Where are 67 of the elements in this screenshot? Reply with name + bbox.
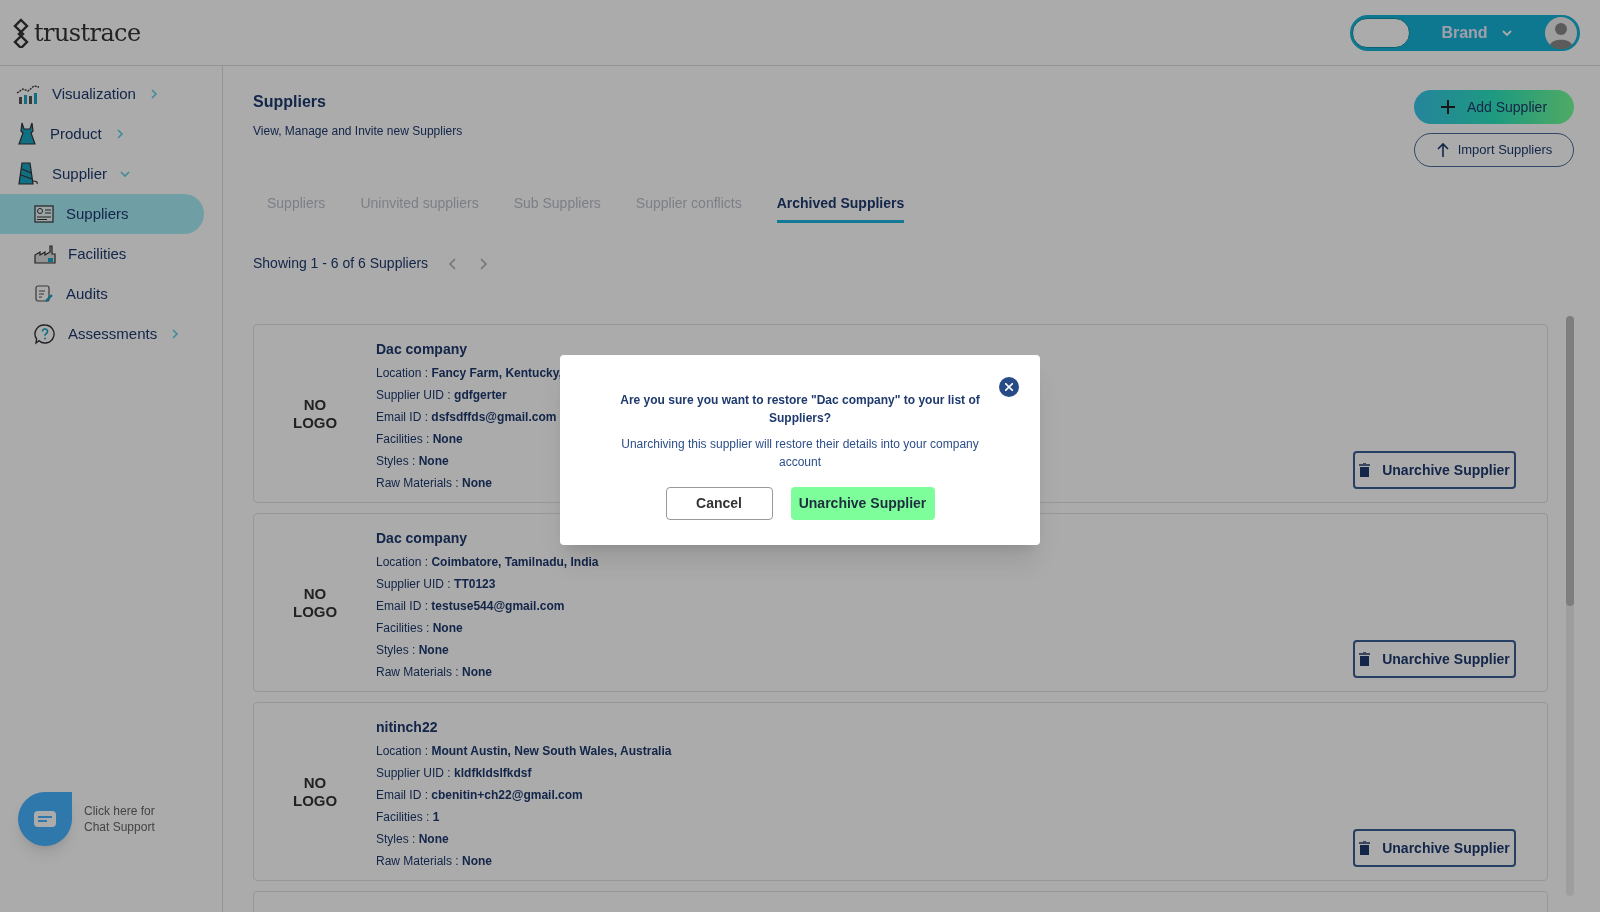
supplier-detail: Facilities : 1 [376, 809, 441, 826]
no-logo-text: NO LOGO [293, 584, 337, 621]
sidebar-item[interactable]: Product [0, 114, 204, 154]
unarchive-button[interactable]: Unarchive Supplier [1353, 640, 1516, 678]
dialog-message: Unarchiving this supplier will restore their details into your company account [620, 436, 980, 471]
page-subtitle: View, Manage and Invite new Suppliers [253, 123, 463, 140]
factory-icon [34, 244, 56, 264]
supplier-detail: Location : Coimbatore, Tamilnadu, India [376, 554, 599, 571]
chevron-down-icon [119, 168, 132, 180]
supplier-detail: Supplier UID : gdfgerter [376, 387, 508, 404]
chat-button[interactable] [18, 792, 72, 846]
trash-icon [1359, 841, 1371, 855]
sidebar-item[interactable]: Supplier [0, 154, 204, 194]
question-icon [34, 323, 56, 345]
sidebar-item[interactable]: Facilities [0, 234, 204, 274]
supplier-detail: Raw Materials : None [376, 853, 494, 870]
plus-icon [1440, 100, 1455, 114]
pagination-summary: Showing 1 - 6 of 6 Suppliers [253, 254, 429, 273]
dialog-question: Are you sure you want to restore "Dac company" to your list of Suppliers? [620, 392, 980, 427]
unarchive-button[interactable]: Unarchive Supplier [1353, 451, 1516, 489]
dress-icon [16, 122, 38, 146]
supplier-name: Dac company [376, 529, 469, 548]
next-page-icon[interactable] [478, 256, 489, 271]
switch-knob [1352, 17, 1410, 48]
id-card-icon [34, 205, 54, 223]
upload-icon [1435, 142, 1450, 158]
close-button[interactable] [999, 377, 1019, 397]
confirm-button[interactable]: Unarchive Supplier [790, 487, 935, 520]
checklist-icon [34, 284, 54, 304]
supplier-detail: Styles : None [376, 831, 450, 848]
supplier-detail: Email ID : cbenitin+ch22@gmail.com [376, 787, 584, 804]
sidebar-item[interactable]: Audits [0, 274, 204, 314]
previous-page-icon[interactable] [448, 256, 459, 271]
supplier-detail: Email ID : testuse544@gmail.com [376, 598, 566, 615]
page-title: Suppliers [253, 92, 327, 112]
thread-spool-icon [16, 161, 40, 187]
supplier-detail: Location : Fancy Farm, Kentucky, [376, 365, 562, 382]
supplier-detail: Styles : None [376, 453, 450, 470]
supplier-name: Dac company [376, 340, 469, 359]
supplier-name: nitinch22 [376, 718, 439, 737]
supplier-detail: Raw Materials : None [376, 475, 494, 492]
no-logo-text: NO LOGO [293, 773, 337, 810]
supplier-detail: Email ID : dsfsdffds@gmail.com [376, 409, 558, 426]
trash-icon [1359, 652, 1371, 666]
avatar [1545, 16, 1577, 49]
tab[interactable]: Archived Suppliers [776, 193, 905, 223]
logo-icon [12, 17, 30, 48]
supplier-detail: Facilities : None [376, 431, 464, 448]
supplier-detail: Supplier UID : TT0123 [376, 576, 497, 593]
chat-support-label: Click here for Chat Support [84, 803, 156, 835]
cancel-button[interactable]: Cancel [665, 487, 773, 520]
logo-text: trustrace [34, 17, 141, 49]
chart-icon [16, 83, 40, 105]
close-icon [1005, 383, 1013, 391]
supplier-detail: Location : Mount Austin, New South Wales, Australia [376, 743, 672, 760]
chat-icon [34, 811, 56, 827]
sidebar-item[interactable]: Visualization [0, 74, 204, 114]
supplier-detail: Supplier UID : kldfkldslfkdsf [376, 765, 533, 782]
supplier-detail: Styles : None [376, 642, 450, 659]
sidebar-item[interactable]: Suppliers [0, 194, 204, 234]
sidebar-item[interactable]: Assessments [0, 314, 204, 354]
no-logo-text: NO LOGO [293, 395, 337, 432]
add-supplier-button[interactable]: Add Supplier [1414, 90, 1574, 124]
trash-icon [1359, 463, 1371, 477]
supplier-detail: Raw Materials : None [376, 664, 494, 681]
unarchive-button[interactable]: Unarchive Supplier [1353, 829, 1516, 867]
supplier-detail: Facilities : None [376, 620, 464, 637]
